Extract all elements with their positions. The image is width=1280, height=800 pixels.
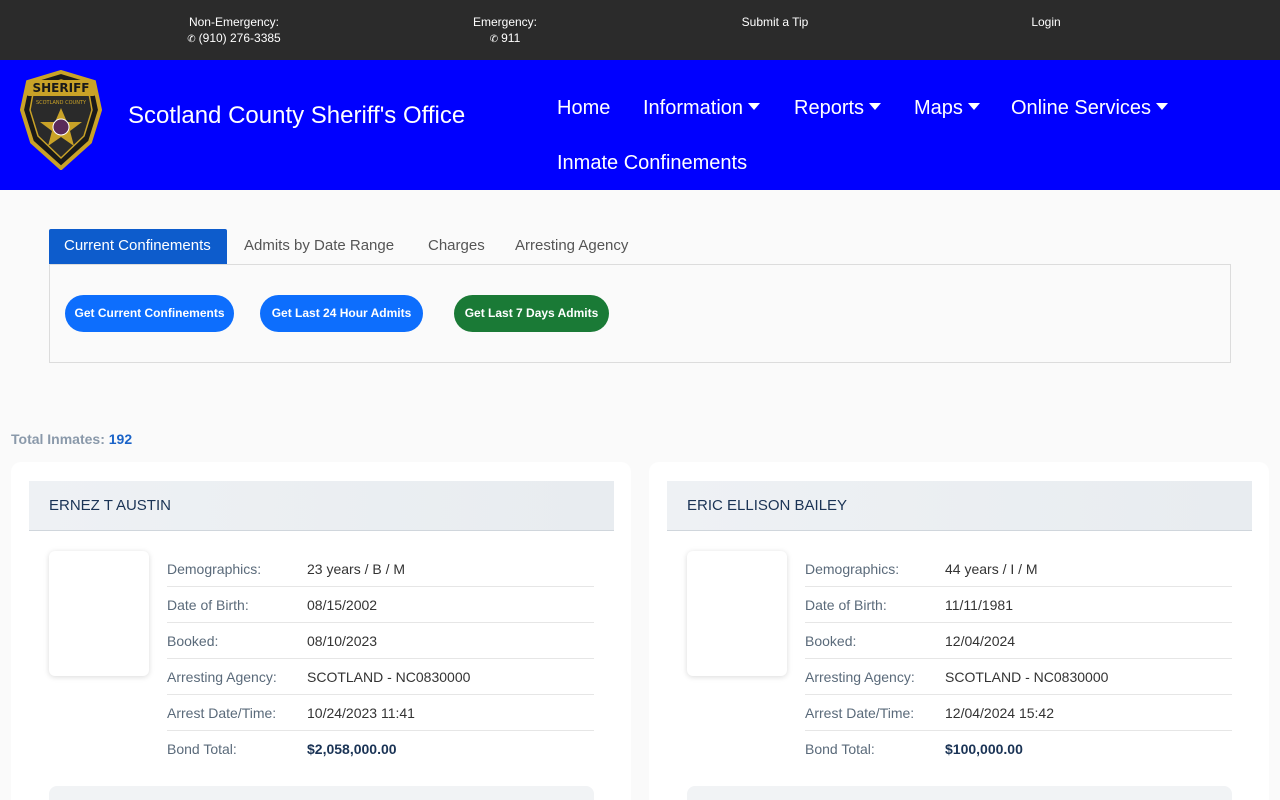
get-last-7-days-admits-button[interactable]: Get Last 7 Days Admits (454, 295, 609, 332)
inmate-name[interactable]: ERNEZ T AUSTIN (49, 497, 171, 514)
charges-section-stub (687, 786, 1232, 800)
submit-tip-link[interactable]: Submit a Tip (735, 14, 815, 30)
demographics-row: Demographics: 23 years / B / M (167, 551, 594, 587)
nav-inmate-confinements-label: Inmate Confinements (557, 152, 748, 174)
demographics-label: Demographics: (805, 561, 900, 577)
booked-row: Booked: 12/04/2024 (805, 623, 1232, 659)
arrest-datetime-row: Arrest Date/Time: 12/04/2024 15:42 (805, 695, 1232, 731)
nav-maps[interactable]: Maps (914, 97, 980, 120)
bond-total-label: Bond Total: (167, 741, 237, 757)
svg-text:SCOTLAND COUNTY: SCOTLAND COUNTY (36, 100, 87, 106)
booked-label: Booked: (805, 633, 857, 649)
booked-value: 12/04/2024 (945, 633, 1016, 649)
inmate-card: ERNEZ T AUSTIN Demographics: 23 years / … (11, 462, 631, 800)
caret-down-icon (869, 103, 882, 111)
arrest-datetime-label: Arrest Date/Time: (805, 705, 915, 721)
inmate-photo[interactable] (687, 551, 787, 676)
inmate-card-header: ERNEZ T AUSTIN (29, 481, 614, 531)
dob-row: Date of Birth: 11/11/1981 (805, 587, 1232, 623)
nav-online-services[interactable]: Online Services (1011, 97, 1169, 120)
emergency-phone[interactable]: 911 (501, 31, 520, 45)
arrest-datetime-row: Arrest Date/Time: 10/24/2023 11:41 (167, 695, 594, 731)
nav-reports-label: Reports (794, 97, 865, 119)
non-emergency-phone[interactable]: (910) 276-3385 (199, 31, 281, 45)
non-emergency-label: Non-Emergency: (188, 15, 280, 29)
demographics-label: Demographics: (167, 561, 262, 577)
bond-total-row: Bond Total: $2,058,000.00 (167, 731, 594, 767)
site-title[interactable]: Scotland County Sheriff's Office (128, 102, 465, 130)
agency-row: Arresting Agency: SCOTLAND - NC0830000 (805, 659, 1232, 695)
bond-total-row: Bond Total: $100,000.00 (805, 731, 1232, 767)
tab-panel-current: Get Current Confinements Get Last 24 Hou… (49, 264, 1231, 363)
nav-information-label: Information (643, 97, 744, 119)
arrest-datetime-value: 10/24/2023 11:41 (307, 705, 415, 721)
agency-value: SCOTLAND - NC0830000 (307, 669, 471, 685)
nav-reports[interactable]: Reports (794, 97, 882, 120)
tab-arresting-agency[interactable]: Arresting Agency (500, 229, 643, 265)
dob-value: 11/11/1981 (945, 597, 1013, 613)
demographics-value: 44 years / I / M (945, 561, 1038, 577)
booked-value: 08/10/2023 (307, 633, 378, 649)
bond-total-label: Bond Total: (805, 741, 875, 757)
charges-section-stub (49, 786, 594, 800)
tab-admits-by-date-range[interactable]: Admits by Date Range (229, 229, 409, 265)
total-inmates-count: 192 (108, 431, 133, 447)
caret-down-icon (748, 103, 761, 111)
arrest-datetime-label: Arrest Date/Time: (167, 705, 277, 721)
dob-row: Date of Birth: 08/15/2002 (167, 587, 594, 623)
caret-down-icon (967, 103, 980, 111)
arrest-datetime-value: 12/04/2024 15:42 (945, 705, 1054, 721)
demographics-value: 23 years / B / M (307, 561, 406, 577)
submit-tip-text[interactable]: Submit a Tip (742, 15, 809, 29)
svg-text:SHERIFF: SHERIFF (33, 81, 90, 95)
agency-label: Arresting Agency: (805, 669, 915, 685)
tab-charges[interactable]: Charges (413, 229, 500, 265)
login-text[interactable]: Login (1031, 15, 1060, 29)
non-emergency-contact[interactable]: Non-Emergency: ✆ (910) 276-3385 (176, 14, 292, 48)
total-inmates-label: Total Inmates: (11, 431, 105, 447)
agency-row: Arresting Agency: SCOTLAND - NC0830000 (167, 659, 594, 695)
booked-row: Booked: 08/10/2023 (167, 623, 594, 659)
inmate-photo[interactable] (49, 551, 149, 676)
get-last-24-hour-admits-button[interactable]: Get Last 24 Hour Admits (260, 295, 423, 332)
emergency-contact[interactable]: Emergency: ✆ 911 (462, 14, 548, 48)
tab-current-confinements[interactable]: Current Confinements (49, 229, 227, 265)
nav-inmate-confinements[interactable]: Inmate Confinements (557, 152, 747, 175)
total-inmates: Total Inmates: 192 (11, 431, 132, 447)
dob-label: Date of Birth: (805, 597, 887, 613)
site-header: SHERIFF SCOTLAND COUNTY Scotland County … (0, 60, 1280, 190)
nav-home[interactable]: Home (557, 97, 610, 120)
phone-icon: ✆ (187, 34, 196, 45)
nav-home-label: Home (557, 97, 611, 119)
inmate-name[interactable]: ERIC ELLISON BAILEY (687, 497, 847, 514)
nav-online-services-label: Online Services (1011, 97, 1152, 119)
inmate-card: ERIC ELLISON BAILEY Demographics: 44 yea… (649, 462, 1269, 800)
get-current-confinements-button[interactable]: Get Current Confinements (65, 295, 234, 332)
login-link[interactable]: Login (1020, 14, 1072, 30)
nav-maps-label: Maps (914, 97, 963, 119)
dob-value: 08/15/2002 (307, 597, 378, 613)
caret-down-icon (1156, 103, 1169, 111)
phone-icon: ✆ (489, 34, 499, 45)
agency-label: Arresting Agency: (167, 669, 277, 685)
inmate-card-header: ERIC ELLISON BAILEY (667, 481, 1252, 531)
agency-value: SCOTLAND - NC0830000 (945, 669, 1109, 685)
nav-information[interactable]: Information (643, 97, 761, 120)
bond-total-value: $100,000.00 (945, 741, 1023, 757)
booked-label: Booked: (167, 633, 219, 649)
emergency-label: Emergency: (472, 15, 538, 29)
top-utility-bar: Non-Emergency: ✆ (910) 276-3385 Emergency… (0, 0, 1280, 60)
bond-total-value: $2,058,000.00 (307, 741, 397, 757)
dob-label: Date of Birth: (167, 597, 249, 613)
sheriff-badge-logo[interactable]: SHERIFF SCOTLAND COUNTY (19, 69, 103, 171)
demographics-row: Demographics: 44 years / I / M (805, 551, 1232, 587)
